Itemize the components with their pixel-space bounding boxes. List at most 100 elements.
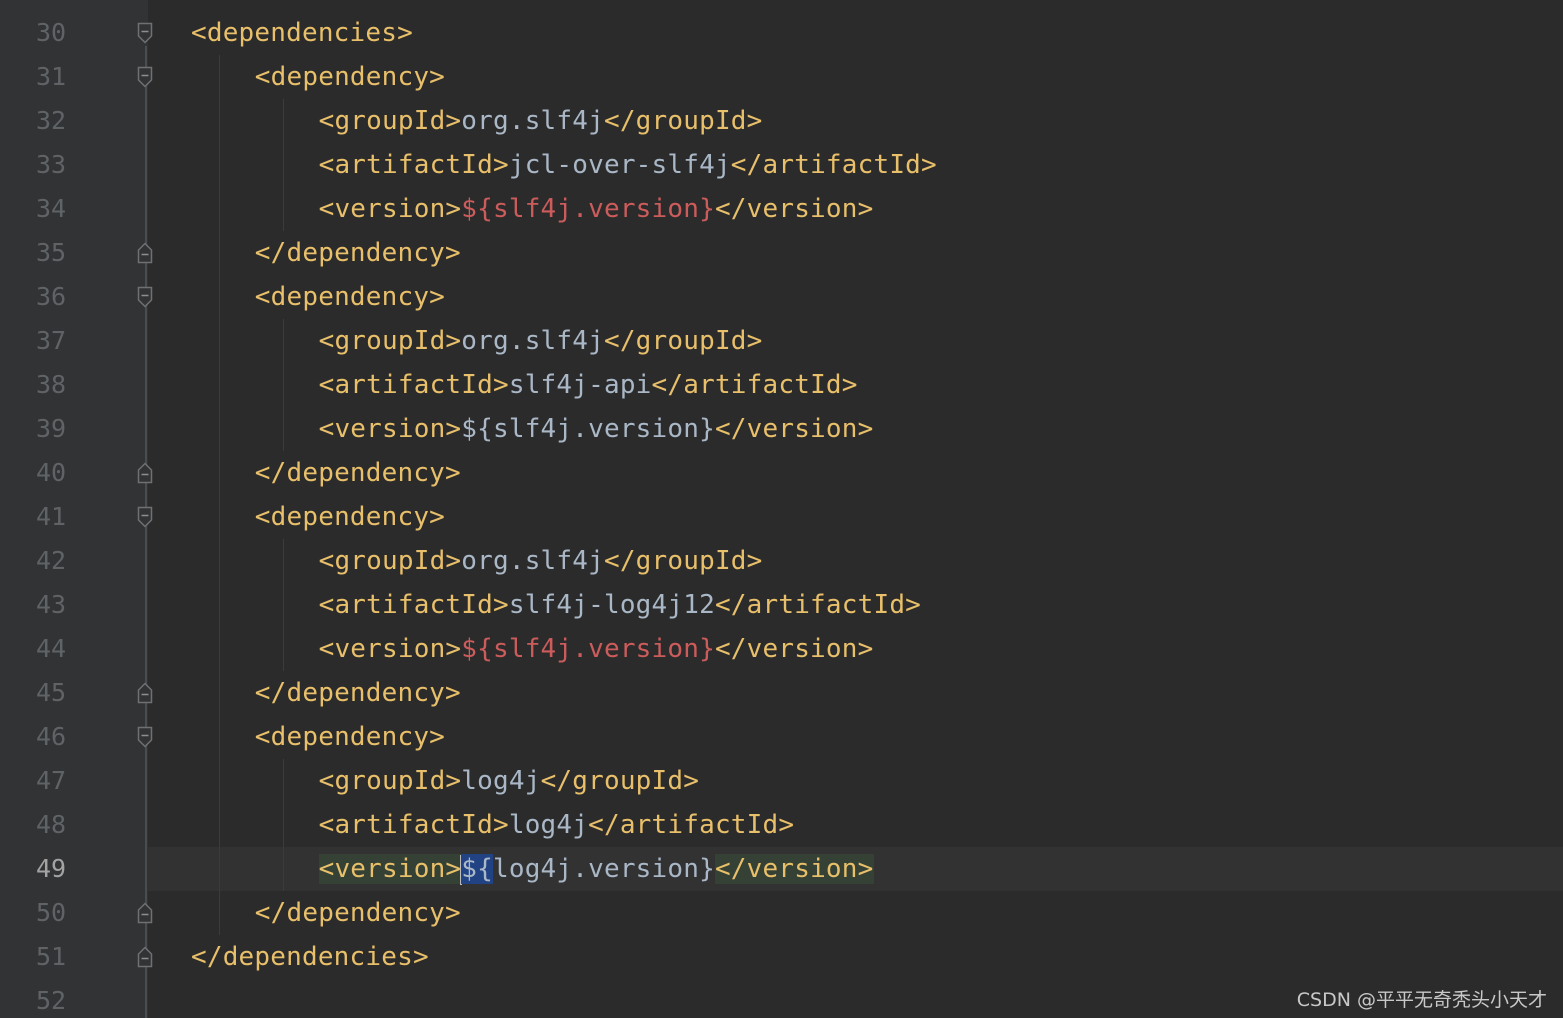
- xml-tag: <dependency>: [254, 282, 446, 312]
- indent-guide: [283, 99, 284, 231]
- code-text[interactable]: <groupId>org.slf4j</groupId>: [319, 99, 763, 143]
- code-text[interactable]: <artifactId>jcl-over-slf4j</artifactId>: [319, 143, 937, 187]
- line-number[interactable]: 45: [36, 671, 96, 715]
- code-text[interactable]: </dependency>: [255, 231, 461, 275]
- code-editor[interactable]: 30 <dependencies> 31 <dependency> 32 <groupId…: [0, 0, 1563, 1018]
- line-number[interactable]: 38: [36, 363, 96, 407]
- code-text[interactable]: </dependencies>: [191, 935, 429, 979]
- line-number[interactable]: 52: [36, 979, 96, 1018]
- code-text[interactable]: <artifactId>slf4j-api</artifactId>: [319, 363, 858, 407]
- code-line[interactable]: 41 <dependency>: [0, 495, 1563, 539]
- line-number[interactable]: 30: [36, 11, 96, 55]
- line-number[interactable]: 42: [36, 539, 96, 583]
- code-text[interactable]: <dependency>: [255, 715, 445, 759]
- line-number[interactable]: 34: [36, 187, 96, 231]
- xml-tag: </groupId>: [603, 546, 763, 576]
- xml-tag: </groupId>: [603, 326, 763, 356]
- line-number[interactable]: 47: [36, 759, 96, 803]
- fold-end-icon[interactable]: [137, 901, 153, 924]
- code-line[interactable]: 30 <dependencies>: [0, 11, 1563, 55]
- code-line[interactable]: 46 <dependency>: [0, 715, 1563, 759]
- line-number[interactable]: 39: [36, 407, 96, 451]
- code-text[interactable]: <version>${slf4j.version}</version>: [319, 627, 874, 671]
- xml-text: slf4j-api: [508, 370, 652, 400]
- line-number[interactable]: 40: [36, 451, 96, 495]
- fold-collapse-icon[interactable]: [137, 65, 153, 88]
- code-line[interactable]: 49 <version>${log4j.version}</version>: [0, 847, 1563, 891]
- indent-guide: [219, 55, 220, 935]
- code-line[interactable]: 47 <groupId>log4j</groupId>: [0, 759, 1563, 803]
- code-line[interactable]: 37 <groupId>org.slf4j</groupId>: [0, 319, 1563, 363]
- code-text[interactable]: <version>${log4j.version}</version>: [318, 847, 874, 891]
- fold-collapse-icon[interactable]: [137, 505, 153, 528]
- fold-end-icon[interactable]: [137, 241, 153, 264]
- code-text[interactable]: </dependency>: [255, 451, 461, 495]
- code-line[interactable]: 45 </dependency>: [0, 671, 1563, 715]
- code-line[interactable]: 40 </dependency>: [0, 451, 1563, 495]
- code-line[interactable]: 48 <artifactId>log4j</artifactId>: [0, 803, 1563, 847]
- indent-guide: [283, 539, 284, 671]
- line-number[interactable]: 49: [36, 847, 96, 891]
- fold-end-icon[interactable]: [137, 945, 153, 968]
- line-number[interactable]: 41: [36, 495, 96, 539]
- code-line[interactable]: 51 </dependencies>: [0, 935, 1563, 979]
- fold-end-icon[interactable]: [137, 681, 153, 704]
- code-text[interactable]: <artifactId>log4j</artifactId>: [319, 803, 795, 847]
- xml-tag: </artifactId>: [651, 370, 858, 400]
- xml-tag: </groupId>: [603, 106, 763, 136]
- xml-tag: <groupId>: [318, 546, 462, 576]
- code-line[interactable]: 35 </dependency>: [0, 231, 1563, 275]
- code-text[interactable]: <groupId>log4j</groupId>: [319, 759, 700, 803]
- code-line[interactable]: 39 <version>${slf4j.version}</version>: [0, 407, 1563, 451]
- xml-tag: </dependency>: [254, 458, 461, 488]
- xml-tag: <groupId>: [318, 766, 462, 796]
- code-line[interactable]: 31 <dependency>: [0, 55, 1563, 99]
- xml-tag: <artifactId>: [318, 810, 509, 840]
- line-number[interactable]: 46: [36, 715, 96, 759]
- code-text[interactable]: <groupId>org.slf4j</groupId>: [319, 539, 763, 583]
- line-number[interactable]: 43: [36, 583, 96, 627]
- line-number[interactable]: 51: [36, 935, 96, 979]
- code-line[interactable]: 34 <version>${slf4j.version}</version>: [0, 187, 1563, 231]
- fold-collapse-icon[interactable]: [137, 725, 153, 748]
- code-text[interactable]: <groupId>org.slf4j</groupId>: [319, 319, 763, 363]
- code-line[interactable]: 50 </dependency>: [0, 891, 1563, 935]
- code-line[interactable]: 44 <version>${slf4j.version}</version>: [0, 627, 1563, 671]
- code-text[interactable]: <version>${slf4j.version}</version>: [319, 407, 874, 451]
- code-text[interactable]: <dependencies>: [191, 11, 413, 55]
- line-number[interactable]: 44: [36, 627, 96, 671]
- line-number[interactable]: 48: [36, 803, 96, 847]
- code-text[interactable]: </dependency>: [255, 671, 461, 715]
- line-number[interactable]: 32: [36, 99, 96, 143]
- xml-text: jcl-over-slf4j: [508, 150, 731, 180]
- line-number[interactable]: 31: [36, 55, 96, 99]
- code-text[interactable]: <dependency>: [255, 55, 445, 99]
- code-line[interactable]: 38 <artifactId>slf4j-api</artifactId>: [0, 363, 1563, 407]
- code-text[interactable]: </dependency>: [255, 891, 461, 935]
- code-line[interactable]: 32 <groupId>org.slf4j</groupId>: [0, 99, 1563, 143]
- line-number[interactable]: 35: [36, 231, 96, 275]
- xml-tag: <version>: [318, 414, 462, 444]
- code-line[interactable]: 33 <artifactId>jcl-over-slf4j</artifactId…: [0, 143, 1563, 187]
- code-text[interactable]: <dependency>: [255, 495, 445, 539]
- xml-tag: </version>: [714, 634, 874, 664]
- line-number[interactable]: 36: [36, 275, 96, 319]
- xml-tag: <artifactId>: [318, 590, 509, 620]
- unresolved-property: ${slf4j.version}: [461, 634, 715, 664]
- code-line[interactable]: 36 <dependency>: [0, 275, 1563, 319]
- fold-end-icon[interactable]: [137, 461, 153, 484]
- code-text[interactable]: <dependency>: [255, 275, 445, 319]
- xml-tag: <version>: [318, 634, 462, 664]
- line-number[interactable]: 50: [36, 891, 96, 935]
- xml-tag: <dependencies>: [191, 18, 413, 48]
- code-line[interactable]: 43 <artifactId>slf4j-log4j12</artifactId>: [0, 583, 1563, 627]
- code-line[interactable]: 42 <groupId>org.slf4j</groupId>: [0, 539, 1563, 583]
- line-number[interactable]: 37: [36, 319, 96, 363]
- xml-tag: <dependency>: [254, 722, 446, 752]
- indent-guide: [283, 319, 284, 451]
- code-text[interactable]: <artifactId>slf4j-log4j12</artifactId>: [319, 583, 921, 627]
- code-text[interactable]: <version>${slf4j.version}</version>: [319, 187, 874, 231]
- fold-collapse-icon[interactable]: [137, 21, 153, 44]
- line-number[interactable]: 33: [36, 143, 96, 187]
- fold-collapse-icon[interactable]: [137, 285, 153, 308]
